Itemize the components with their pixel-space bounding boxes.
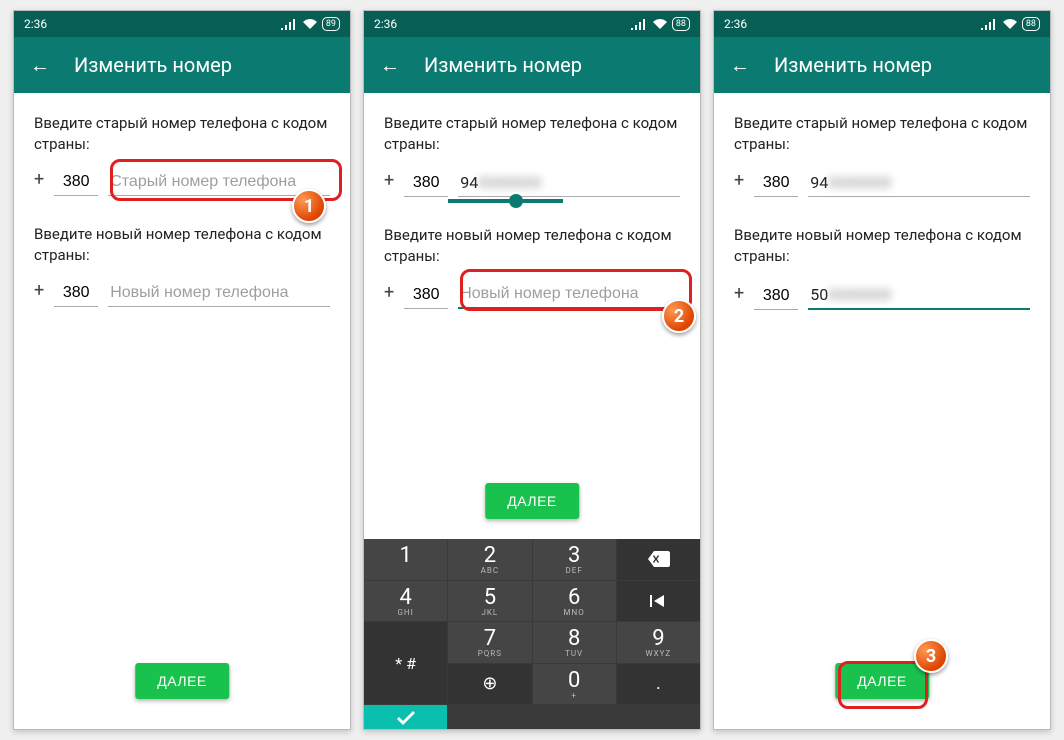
- new-number-prompt: Введите новый номер телефона с кодом стр…: [734, 225, 1030, 267]
- old-number-prompt: Введите старый номер телефона с кодом ст…: [34, 113, 330, 155]
- old-number-prompt: Введите старый номер телефона с кодом ст…: [734, 113, 1030, 155]
- key-5[interactable]: 5JKL: [448, 581, 531, 622]
- key-symbols[interactable]: * #: [364, 622, 447, 704]
- wifi-icon: [652, 18, 668, 30]
- new-country-code-input[interactable]: [54, 280, 98, 307]
- plus-sign: +: [34, 169, 44, 196]
- next-button[interactable]: ДАЛЕЕ: [485, 483, 579, 519]
- signal-icon: [980, 18, 998, 30]
- toolbar: ← Изменить номер: [14, 37, 350, 93]
- key-7[interactable]: 7PQRS: [448, 622, 531, 663]
- wifi-icon: [302, 18, 318, 30]
- backspace-icon: [646, 547, 670, 571]
- key-1[interactable]: 1: [364, 539, 447, 580]
- status-icons: 88: [630, 17, 690, 31]
- toolbar: ← Изменить номер: [364, 37, 700, 93]
- text-cursor-handle[interactable]: [509, 194, 523, 208]
- text-selection-slider[interactable]: [448, 199, 563, 203]
- back-arrow-icon[interactable]: ←: [30, 53, 50, 78]
- new-phone-input[interactable]: [108, 280, 330, 307]
- battery-level: 89: [322, 17, 340, 31]
- next-button[interactable]: ДАЛЕЕ: [135, 663, 229, 699]
- toolbar-title: Изменить номер: [424, 53, 582, 77]
- new-country-code-input[interactable]: [754, 283, 798, 310]
- toolbar: ← Изменить номер: [714, 37, 1050, 93]
- old-country-code-input[interactable]: [54, 169, 98, 196]
- new-number-prompt: Введите новый номер телефона с кодом стр…: [34, 224, 330, 266]
- status-bar: 2:36 89: [14, 11, 350, 37]
- toolbar-title: Изменить номер: [74, 53, 232, 77]
- key-period[interactable]: .: [617, 664, 700, 705]
- phone-screen-2: 2:36 88 ← Изменить номер Введите старый …: [363, 10, 701, 730]
- wifi-icon: [1002, 18, 1018, 30]
- numeric-keypad: 1 2ABC 3DEF 4GHI 5JKL 6MNO 7PQRS 8TUV 9W…: [364, 539, 700, 729]
- key-3[interactable]: 3DEF: [533, 539, 616, 580]
- plus-sign: +: [384, 282, 394, 309]
- key-done[interactable]: [364, 705, 447, 729]
- back-arrow-icon[interactable]: ←: [730, 53, 750, 78]
- plus-sign: +: [734, 170, 744, 197]
- old-phone-input-filled[interactable]: 940000000: [458, 169, 680, 197]
- signal-icon: [630, 18, 648, 30]
- key-6[interactable]: 6MNO: [533, 581, 616, 622]
- signal-icon: [280, 18, 298, 30]
- status-bar: 2:36 88: [714, 11, 1050, 37]
- check-icon: [394, 705, 418, 729]
- plus-sign: +: [384, 170, 394, 197]
- battery-level: 88: [1022, 17, 1040, 31]
- old-phone-input-filled[interactable]: 940000000: [808, 169, 1030, 197]
- status-time: 2:36: [374, 17, 397, 31]
- key-backspace[interactable]: [617, 539, 700, 580]
- key-4[interactable]: 4GHI: [364, 581, 447, 622]
- new-number-prompt: Введите новый номер телефона с кодом стр…: [384, 225, 680, 267]
- old-country-code-input[interactable]: [754, 170, 798, 197]
- new-phone-input-filled[interactable]: 500000000: [808, 281, 1030, 310]
- phone-screen-1: 2:36 89 ← Изменить номер Введите старый …: [13, 10, 351, 730]
- status-icons: 89: [280, 17, 340, 31]
- back-arrow-icon[interactable]: ←: [380, 53, 400, 78]
- key-2[interactable]: 2ABC: [448, 539, 531, 580]
- status-time: 2:36: [24, 17, 47, 31]
- key-next-field[interactable]: [617, 581, 700, 622]
- old-country-code-input[interactable]: [404, 170, 448, 197]
- next-field-icon: [646, 589, 670, 613]
- battery-level: 88: [672, 17, 690, 31]
- key-9[interactable]: 9WXYZ: [617, 622, 700, 663]
- key-8[interactable]: 8TUV: [533, 622, 616, 663]
- new-phone-input[interactable]: [458, 281, 680, 309]
- toolbar-title: Изменить номер: [774, 53, 932, 77]
- plus-sign: +: [734, 283, 744, 310]
- status-icons: 88: [980, 17, 1040, 31]
- new-country-code-input[interactable]: [404, 282, 448, 309]
- plus-sign: +: [34, 280, 44, 307]
- key-0[interactable]: 0+: [533, 664, 616, 705]
- status-bar: 2:36 88: [364, 11, 700, 37]
- phone-screen-3: 2:36 88 ← Изменить номер Введите старый …: [713, 10, 1051, 730]
- old-phone-input[interactable]: [108, 169, 330, 196]
- next-button[interactable]: ДАЛЕЕ: [835, 663, 929, 699]
- key-language[interactable]: ⊕: [448, 664, 531, 705]
- status-time: 2:36: [724, 17, 747, 31]
- old-number-prompt: Введите старый номер телефона с кодом ст…: [384, 113, 680, 155]
